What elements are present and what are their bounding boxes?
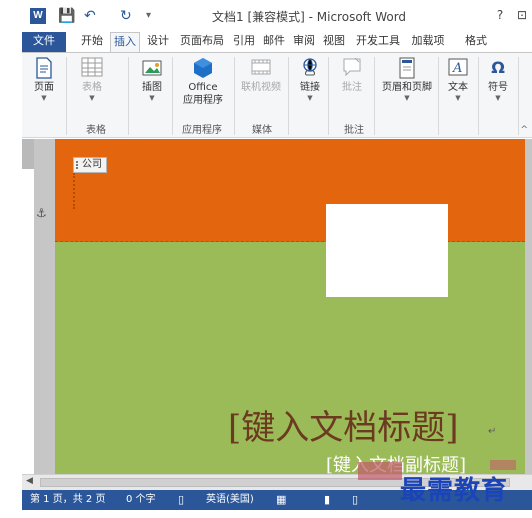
illustrations-button[interactable]: 插图 ▼: [134, 57, 170, 102]
chevron-down-icon: ▼: [307, 94, 313, 102]
tab-insert[interactable]: 插入: [110, 32, 140, 52]
paragraph-mark: ↵: [488, 426, 497, 437]
chevron-down-icon: ▼: [89, 94, 95, 102]
comment-button[interactable]: 批注: [334, 57, 370, 94]
header-footer-label: 页眉和页脚: [382, 82, 432, 93]
pages-label: 页面: [34, 82, 54, 93]
anchor-icon: ⚓: [36, 206, 47, 220]
ribbon-tabs: 文件 开始 插入 设计 页面布局 引用 邮件 审阅 视图 开发工具 加载项 格式: [22, 32, 532, 52]
chevron-down-icon: ▼: [495, 94, 501, 102]
proofing-icon[interactable]: ▯: [178, 493, 184, 507]
language-status[interactable]: 英语(美国): [206, 493, 254, 507]
group-label-media: 媒体: [252, 125, 272, 136]
group-label-comments: 批注: [344, 125, 364, 136]
scroll-left-icon[interactable]: ◀: [26, 476, 33, 486]
undo-icon[interactable]: ↶: [84, 7, 96, 25]
video-icon: [250, 57, 272, 79]
group-separator: [374, 57, 375, 135]
group-separator: [438, 57, 439, 135]
link-icon: [299, 57, 321, 79]
cover-header-band[interactable]: [55, 139, 525, 242]
text-label: 文本: [448, 82, 468, 93]
chevron-down-icon: ▼: [41, 94, 47, 102]
company-field-boundary: [73, 173, 75, 209]
omega-icon: Ω: [491, 58, 505, 77]
online-video-label: 联机视频: [241, 82, 281, 93]
symbols-label: 符号: [488, 82, 508, 93]
online-video-button[interactable]: 联机视频: [238, 57, 284, 94]
watermark-mark: [358, 462, 402, 480]
tab-design[interactable]: 设计: [144, 32, 172, 52]
header-footer-icon: [396, 57, 418, 79]
help-button[interactable]: ?: [492, 7, 508, 23]
office-apps-label-line1: Office: [188, 82, 218, 93]
tab-developer[interactable]: 开发工具: [352, 32, 404, 52]
table-icon: [81, 57, 103, 79]
collapse-ribbon-icon[interactable]: ^: [520, 125, 528, 135]
group-separator: [234, 57, 235, 135]
chevron-down-icon: ▼: [455, 94, 461, 102]
watermark-text: 最需教育: [400, 476, 509, 506]
text-icon: A: [447, 57, 469, 79]
watermark-mark: [490, 460, 516, 470]
illustrations-icon: [141, 57, 163, 79]
read-mode-icon[interactable]: ▮: [324, 493, 330, 507]
company-content-control[interactable]: 公司: [73, 157, 107, 173]
header-footer-button[interactable]: 页眉和页脚 ▼: [378, 57, 436, 102]
tab-file[interactable]: 文件: [22, 32, 66, 52]
chevron-down-icon: ▼: [149, 94, 155, 102]
macro-recording-icon[interactable]: ▦: [276, 493, 286, 507]
vertical-ruler: [22, 139, 34, 474]
group-separator: [478, 57, 479, 135]
svg-text:A: A: [452, 61, 462, 76]
page-icon: [33, 57, 55, 79]
page-count-status[interactable]: 第 1 页，共 2 页: [30, 493, 105, 507]
comment-icon: [341, 57, 363, 79]
symbols-button[interactable]: Ω 符号 ▼: [482, 57, 514, 102]
tab-mailings[interactable]: 邮件: [260, 32, 288, 52]
office-icon: [192, 57, 214, 79]
office-apps-label-line2: 应用程序: [183, 95, 223, 106]
title-bar: W 💾 ↶ ↻ ▾ 文档1 [兼容模式] - Microsoft Word ? …: [22, 0, 532, 32]
ribbon-display-options-icon[interactable]: ⊡: [514, 7, 530, 23]
redo-icon[interactable]: ↻: [120, 7, 132, 25]
text-button[interactable]: A 文本 ▼: [442, 57, 474, 102]
links-label: 链接: [300, 82, 320, 93]
table-button[interactable]: 表格 ▼: [72, 57, 112, 102]
ruler-margin: [22, 139, 34, 169]
window-title: 文档1 [兼容模式] - Microsoft Word: [212, 10, 407, 24]
window-left-edge: [0, 0, 22, 518]
word-logo-icon: W: [30, 8, 46, 24]
office-apps-button[interactable]: Office 应用程序: [176, 57, 230, 107]
illustrations-label: 插图: [142, 82, 162, 93]
cover-image-placeholder[interactable]: [326, 204, 448, 297]
shape-boundary: [55, 241, 525, 242]
links-button[interactable]: 链接 ▼: [294, 57, 326, 102]
tab-review[interactable]: 审阅: [290, 32, 318, 52]
tab-view[interactable]: 视图: [320, 32, 348, 52]
tab-references[interactable]: 引用: [230, 32, 258, 52]
tab-add-ins[interactable]: 加载项: [408, 32, 448, 52]
group-separator: [518, 57, 519, 135]
customize-quick-access-icon[interactable]: ▾: [146, 7, 151, 25]
pages-button[interactable]: 页面 ▼: [26, 57, 62, 102]
chevron-down-icon: ▼: [404, 94, 410, 102]
print-layout-icon[interactable]: ▯: [352, 493, 358, 507]
comment-label: 批注: [342, 82, 362, 93]
group-label-apps: 应用程序: [182, 125, 222, 136]
group-separator: [288, 57, 289, 135]
group-separator: [328, 57, 329, 135]
tab-home[interactable]: 开始: [78, 32, 106, 52]
table-label: 表格: [82, 82, 102, 93]
tab-page-layout[interactable]: 页面布局: [176, 32, 228, 52]
group-label-tables: 表格: [86, 125, 106, 136]
group-separator: [66, 57, 67, 135]
word-count-status[interactable]: 0 个字: [126, 493, 156, 507]
tab-format[interactable]: 格式: [458, 32, 494, 52]
group-separator: [128, 57, 129, 135]
group-separator: [172, 57, 173, 135]
ribbon-insert: 页面 ▼ 表格 ▼ 表格 插图 ▼ Office 应用程序 应用程序 联机视频 …: [22, 52, 532, 138]
document-title-placeholder[interactable]: [键入文档标题]: [228, 400, 459, 449]
save-icon[interactable]: 💾: [58, 7, 75, 25]
